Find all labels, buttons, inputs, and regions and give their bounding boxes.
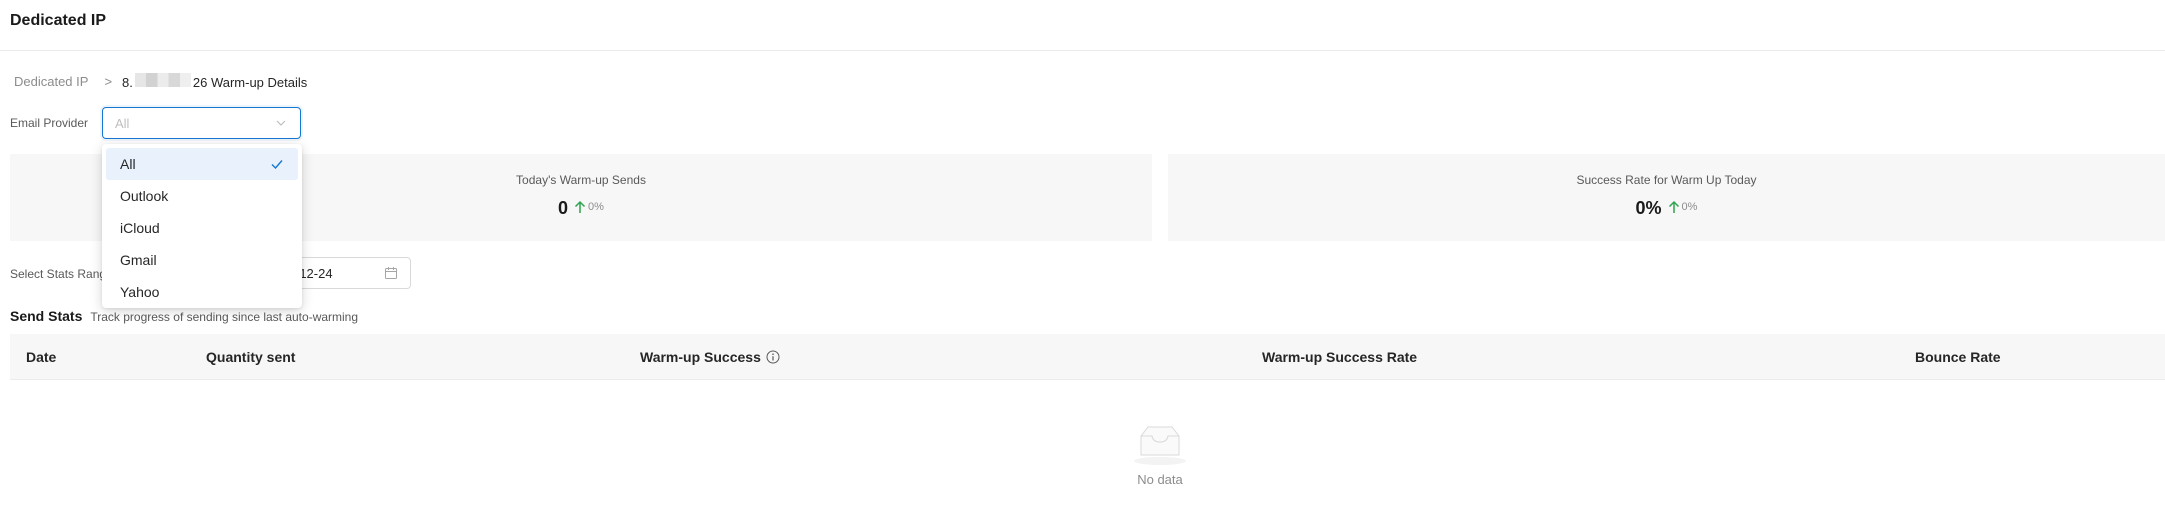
stat-title: Today's Warm-up Sends	[516, 173, 646, 187]
dropdown-option-gmail[interactable]: Gmail	[106, 244, 298, 276]
dropdown-option-icloud[interactable]: iCloud	[106, 212, 298, 244]
stat-change: 0%	[1681, 201, 1698, 213]
stats-range-label: Select Stats Range	[10, 267, 113, 281]
column-bounce-rate: Bounce Rate	[1915, 349, 2001, 365]
arrow-up-icon	[1668, 200, 1679, 213]
dropdown-option-all[interactable]: All	[106, 148, 298, 180]
dropdown-option-label: iCloud	[120, 220, 160, 236]
check-icon	[271, 160, 283, 170]
breadcrumb-dedicated-ip-link[interactable]: Dedicated IP	[14, 74, 88, 89]
stat-trend: 0%	[1668, 200, 1698, 214]
breadcrumb: Dedicated IP > 8. 26 Warm-up Details	[14, 71, 307, 91]
email-provider-dropdown: All Outlook iCloud Gmail Yahoo	[102, 144, 302, 308]
stat-trend: 0%	[574, 200, 604, 214]
breadcrumb-current-prefix: 8.	[122, 74, 133, 90]
empty-state: No data	[1120, 424, 1200, 487]
empty-inbox-icon	[1134, 426, 1186, 465]
breadcrumb-current: 8. 26 Warm-up Details	[122, 72, 308, 90]
table-header: Date Quantity sent Warm-up Success Warm-…	[10, 334, 2165, 380]
dropdown-option-label: All	[120, 156, 136, 172]
column-date: Date	[26, 349, 57, 365]
email-provider-select[interactable]: All	[102, 107, 301, 139]
dropdown-option-outlook[interactable]: Outlook	[106, 180, 298, 212]
stat-change: 0%	[588, 201, 604, 213]
page-title: Dedicated IP	[10, 12, 107, 29]
dropdown-option-yahoo[interactable]: Yahoo	[106, 276, 298, 308]
redacted-ip-segment	[134, 72, 191, 87]
dropdown-option-label: Yahoo	[120, 284, 160, 300]
column-warmup-success-rate: Warm-up Success Rate	[1262, 349, 1418, 365]
date-range-end: -12-24	[295, 265, 333, 281]
email-provider-select-value: All	[115, 115, 130, 131]
success-rate-card: Success Rate for Warm Up Today 0% 0%	[1168, 154, 2165, 241]
send-stats-subtitle: Track progress of sending since last aut…	[90, 310, 359, 324]
chevron-down-icon	[276, 120, 286, 126]
dropdown-option-label: Gmail	[120, 252, 157, 268]
send-stats-section: Send Stats Track progress of sending sin…	[10, 308, 358, 324]
column-warmup-success: Warm-up Success	[640, 349, 780, 365]
column-quantity-sent: Quantity sent	[206, 349, 296, 365]
stat-title: Success Rate for Warm Up Today	[1576, 173, 1757, 187]
info-icon[interactable]	[766, 350, 780, 364]
breadcrumb-current-suffix: 26 Warm-up Details	[192, 74, 308, 90]
header-divider	[0, 50, 2165, 51]
send-stats-heading: Send Stats	[10, 308, 83, 324]
calendar-icon	[385, 267, 397, 279]
stat-value: 0%	[1635, 198, 1662, 218]
breadcrumb-separator: >	[104, 73, 113, 89]
dropdown-option-label: Outlook	[120, 188, 169, 204]
stat-value: 0	[558, 198, 569, 218]
column-warmup-success-label: Warm-up Success	[640, 349, 761, 365]
email-provider-label: Email Provider	[10, 116, 89, 130]
arrow-up-icon	[575, 200, 586, 213]
empty-state-text: No data	[1137, 472, 1183, 487]
